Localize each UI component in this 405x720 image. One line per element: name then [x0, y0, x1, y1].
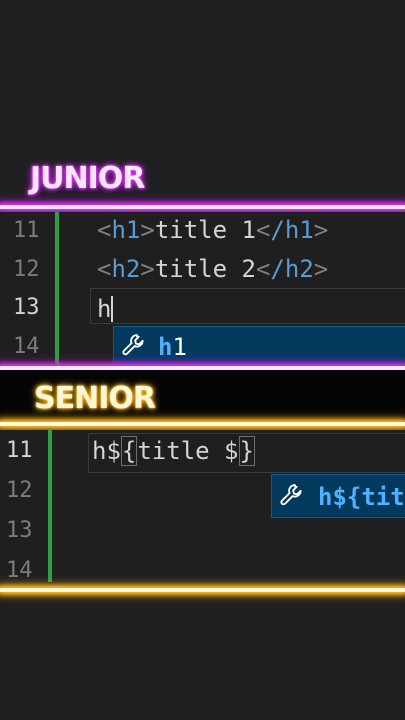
tag-name: h2	[111, 255, 141, 283]
line-number-active: 11	[6, 438, 33, 463]
text-caret	[111, 296, 114, 322]
code-line-emmet[interactable]: h${title $}	[92, 436, 255, 466]
junior-editor[interactable]: 11 12 13 14 <h1>title 1</h1> <h2>title 2…	[0, 212, 405, 364]
close-brace: }	[238, 436, 255, 466]
modified-gutter-bar	[48, 430, 52, 582]
line-number: 12	[6, 478, 33, 503]
open-brace: {	[120, 436, 138, 466]
suggestion-label: h${tit	[318, 483, 405, 511]
code-line-h2[interactable]: <h2>title 2</h2>	[97, 257, 328, 281]
tag-content: title 1	[154, 216, 256, 244]
suggestion-label: h1	[158, 333, 187, 361]
typed-text: h	[97, 295, 112, 323]
wrench-icon	[280, 484, 302, 506]
modified-gutter-bar	[55, 212, 59, 364]
line-number: 11	[13, 218, 40, 243]
line-number-active: 13	[13, 295, 40, 320]
tag-name: /h1	[270, 216, 314, 244]
autocomplete-suggestion[interactable]: h${tit	[271, 474, 405, 518]
tag-name: /h2	[270, 255, 314, 283]
line-number: 14	[6, 558, 33, 583]
line-number: 13	[6, 518, 33, 543]
line-number: 12	[13, 257, 40, 282]
emmet-text: title $	[137, 437, 239, 465]
tag-content: title 2	[154, 255, 256, 283]
senior-bottom-divider	[0, 588, 405, 592]
code-line-h1[interactable]: <h1>title 1</h1>	[97, 218, 328, 242]
line-number: 14	[13, 334, 40, 359]
code-line-typing[interactable]: h	[97, 295, 114, 323]
emmet-prefix: h$	[92, 437, 121, 465]
junior-top-divider	[0, 205, 405, 209]
current-line-highlight	[90, 288, 405, 324]
senior-top-divider	[0, 422, 405, 426]
autocomplete-suggestion[interactable]: h1	[113, 326, 405, 364]
senior-title: SENIOR	[34, 381, 156, 416]
senior-editor[interactable]: 11 12 13 14 h${title $} h${tit	[0, 430, 405, 588]
junior-title: JUNIOR	[30, 161, 145, 196]
tag-name: h1	[111, 216, 141, 244]
wrench-icon	[122, 334, 144, 356]
